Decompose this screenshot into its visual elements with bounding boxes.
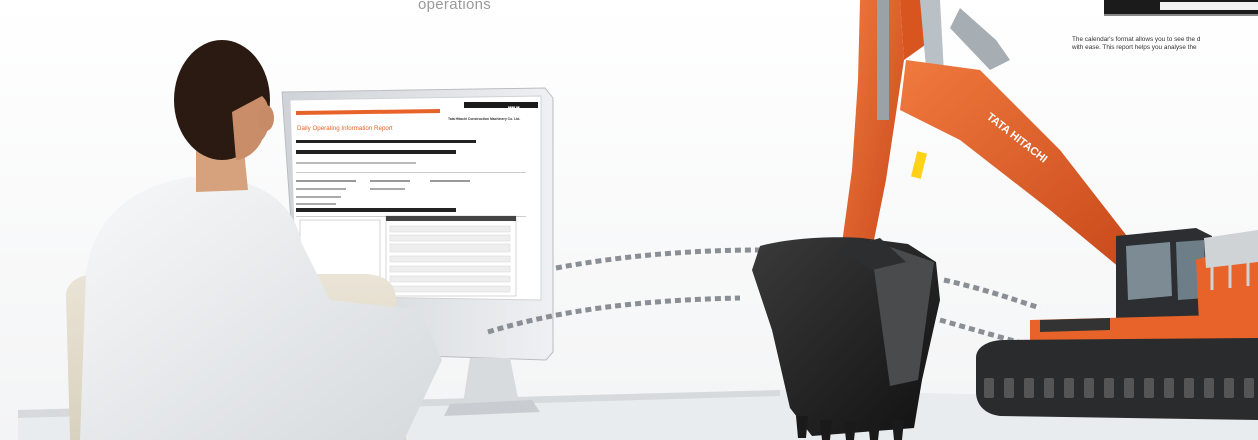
caption-operations: operations (418, 0, 492, 13)
svg-text:■■■■ ■■: ■■■■ ■■ (508, 105, 520, 109)
note-line-1: The calendar's format allows you to see … (1072, 36, 1201, 43)
report-title: Daily Operating Information Report (297, 125, 393, 132)
calendar-thumbnail (1104, 0, 1258, 16)
note-line-2: with ease. This report helps you analyse… (1072, 43, 1197, 51)
calendar-note: The calendar's format allows you to see … (1072, 36, 1258, 51)
report-header: Tata Hitachi Construction Machinery Co. … (448, 117, 520, 121)
scene: ■■■■ ■■ Tata Hitachi Construction Machin… (0, 0, 1258, 440)
